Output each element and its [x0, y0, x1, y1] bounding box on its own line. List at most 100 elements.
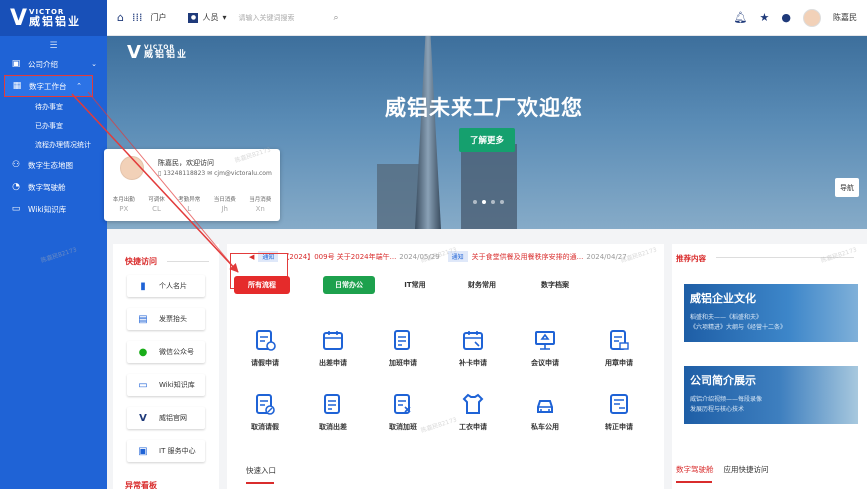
star-icon[interactable]: ★	[760, 11, 770, 24]
people-icon: ●	[188, 12, 199, 23]
wechat-icon: ●	[138, 346, 148, 358]
sidebar-item-cockpit[interactable]: ◔ 数字驾驶舱	[0, 176, 107, 198]
sidebar-sub-todo[interactable]: 待办事宜	[0, 97, 107, 116]
quick-item-label: 个人名片	[159, 282, 187, 290]
grid-icon[interactable]: ⁞⁞⁞	[132, 11, 143, 24]
carousel-dot[interactable]	[473, 200, 477, 204]
app-label: 转正申请	[605, 423, 633, 431]
logo[interactable]: V VICTOR 威铝铝业	[0, 0, 107, 36]
tab-it-common[interactable]: IT常用	[395, 276, 435, 294]
app-9[interactable]: 取消加班	[375, 392, 431, 432]
quick-item-invoice[interactable]: ▤ 发票抬头	[127, 308, 205, 330]
card-subtitle: 威铝介绍视频——每段录像	[690, 396, 763, 403]
sidebar-sub-process-stats[interactable]: 流程办理情况统计	[0, 135, 107, 154]
carousel-dot[interactable]	[491, 200, 495, 204]
process-tabs: 所有流程 日常办公 IT常用 财务常用 数字档案	[227, 271, 664, 299]
logo-mark-icon: V	[127, 42, 141, 63]
app-11[interactable]: 私车公用	[517, 392, 573, 432]
app-12[interactable]: 转正申请	[591, 392, 647, 432]
workbench-icon: ▦	[12, 81, 22, 91]
avatar	[120, 156, 144, 180]
tab-daily-office[interactable]: 日常办公	[323, 276, 375, 294]
notice-link[interactable]: 【2024】009号 关于2024年端午...	[282, 252, 396, 262]
app-1[interactable]: 请假申请	[237, 328, 293, 368]
bell-icon[interactable]: 🔔︎	[734, 11, 748, 24]
tab-all-processes[interactable]: 所有流程	[234, 276, 290, 294]
notice-date: 2024/04/27	[586, 252, 627, 261]
stat-abnormal[interactable]: 考勤异常 L	[178, 195, 200, 213]
app-label: 取消请假	[251, 423, 279, 431]
user-name[interactable]: 陈嘉民	[833, 12, 857, 23]
search-icon[interactable]: ⌕	[334, 13, 339, 23]
stat-label: 本月出勤	[112, 197, 135, 203]
sidebar: V VICTOR 威铝铝业 ☰ ▣ 公司介绍 ⌄ ▦ 数字工作台 ⌃ 待办事宜 …	[0, 0, 107, 489]
carousel-dot-active[interactable]	[482, 200, 486, 204]
stat-monthly-spend[interactable]: 当月消费 Xn	[249, 195, 271, 213]
chat-icon[interactable]: ●	[781, 11, 791, 24]
quick-access-title: 快捷访问	[125, 257, 157, 266]
notice-link[interactable]: 关于食堂供餐及用餐秩序安排的通...	[472, 252, 584, 262]
sidebar-item-ecosystem-map[interactable]: ⚇ 数字生态地图	[0, 154, 107, 176]
culture-card[interactable]: 威铝企业文化 稻盛和夫——《稻盛和夫》 《六项精进》大纲与《经营十二条》	[684, 284, 858, 342]
mail-icon: ✉	[207, 170, 213, 177]
logo-mark-icon: V	[139, 412, 147, 424]
invoice-icon: ▤	[138, 313, 148, 325]
app-label: 请假申请	[251, 359, 279, 367]
notice-tag: 通知	[447, 251, 468, 262]
app-3[interactable]: 加班申请	[375, 328, 431, 368]
stat-attendance[interactable]: 本月出勤 PX	[113, 195, 135, 213]
app-6[interactable]: 用章申请	[591, 328, 647, 368]
sidebar-sub-done[interactable]: 已办事宜	[0, 116, 107, 135]
quick-item-label: 发票抬头	[159, 315, 187, 323]
divider	[167, 261, 209, 262]
tab-cockpit[interactable]: 数字驾驶舱	[676, 464, 714, 475]
stat-label: 考勤异常	[178, 197, 201, 203]
learn-more-button[interactable]: 了解更多	[459, 128, 515, 152]
home-icon[interactable]: ⌂	[117, 11, 124, 24]
stat-value: Xn	[255, 205, 265, 213]
app-4[interactable]: 补卡申请	[445, 328, 501, 368]
portal-link[interactable]: 门户	[150, 12, 166, 23]
contact-info: ▯ 13248118823 ✉ cjm@victoralu.com	[158, 170, 272, 177]
company-intro-card[interactable]: 公司简介展示 威铝介绍视频——每段录像 发展历程与核心技术	[684, 366, 858, 424]
tab-app-shortcuts[interactable]: 应用快捷访问	[724, 464, 769, 475]
menu-collapse-icon[interactable]: ☰	[0, 36, 107, 53]
app-label: 补卡申请	[459, 359, 487, 367]
app-10[interactable]: 工衣申请	[445, 392, 501, 432]
stat-leave[interactable]: 可调休 CL	[148, 195, 165, 213]
tab-finance-common[interactable]: 财务常用	[460, 276, 504, 294]
quick-item-business-card[interactable]: ▮ 个人名片	[127, 275, 205, 297]
search-scope-select[interactable]: ● 人员 ▾	[188, 12, 227, 23]
gauge-icon: ◔	[12, 182, 20, 192]
search-input[interactable]: 请输入关键词搜索	[239, 13, 334, 23]
calendar-cancel-icon	[256, 394, 275, 415]
calendar-check-icon	[256, 330, 276, 351]
app-2[interactable]: 出差申请	[305, 328, 361, 368]
sidebar-item-label: 流程办理情况统计	[35, 140, 91, 149]
avatar[interactable]	[803, 8, 821, 27]
tab-digital-archive[interactable]: 数字档案	[533, 276, 577, 294]
quick-item-website[interactable]: V 威铝官网	[127, 407, 205, 429]
phone-number: 13248118823	[163, 170, 206, 177]
nav-button[interactable]: 导航	[835, 178, 859, 197]
stat-daily-spend[interactable]: 当日消费 Jh	[214, 195, 236, 213]
app-8[interactable]: 取消出差	[305, 392, 361, 432]
presentation-icon	[535, 331, 555, 350]
carousel-dot[interactable]	[500, 200, 504, 204]
app-label: 出差申请	[319, 359, 347, 367]
sidebar-item-digital-workbench[interactable]: ▦ 数字工作台 ⌃	[4, 75, 93, 97]
quick-item-it-service[interactable]: ▣ IT 服务中心	[127, 440, 205, 462]
app-label: 私车公用	[531, 423, 559, 431]
app-7[interactable]: 取消请假	[237, 392, 293, 432]
stat-label: 可调休	[148, 197, 165, 203]
quick-item-wiki[interactable]: ▭ Wiki知识库	[127, 374, 205, 396]
quick-entry-title[interactable]: 快速入口	[246, 465, 276, 476]
sidebar-item-company-intro[interactable]: ▣ 公司介绍 ⌄	[0, 53, 107, 75]
quick-item-wechat[interactable]: ● 微信公众号	[127, 341, 205, 363]
chevron-down-icon: ⌄	[91, 60, 97, 68]
app-5[interactable]: 会议申请	[517, 328, 573, 368]
card-subtitle: 稻盛和夫——《稻盛和夫》	[690, 314, 763, 321]
tab-underline	[246, 482, 274, 484]
sidebar-item-wiki[interactable]: ▭ Wiki知识库	[0, 198, 107, 220]
card-title: 威铝企业文化	[690, 292, 756, 305]
